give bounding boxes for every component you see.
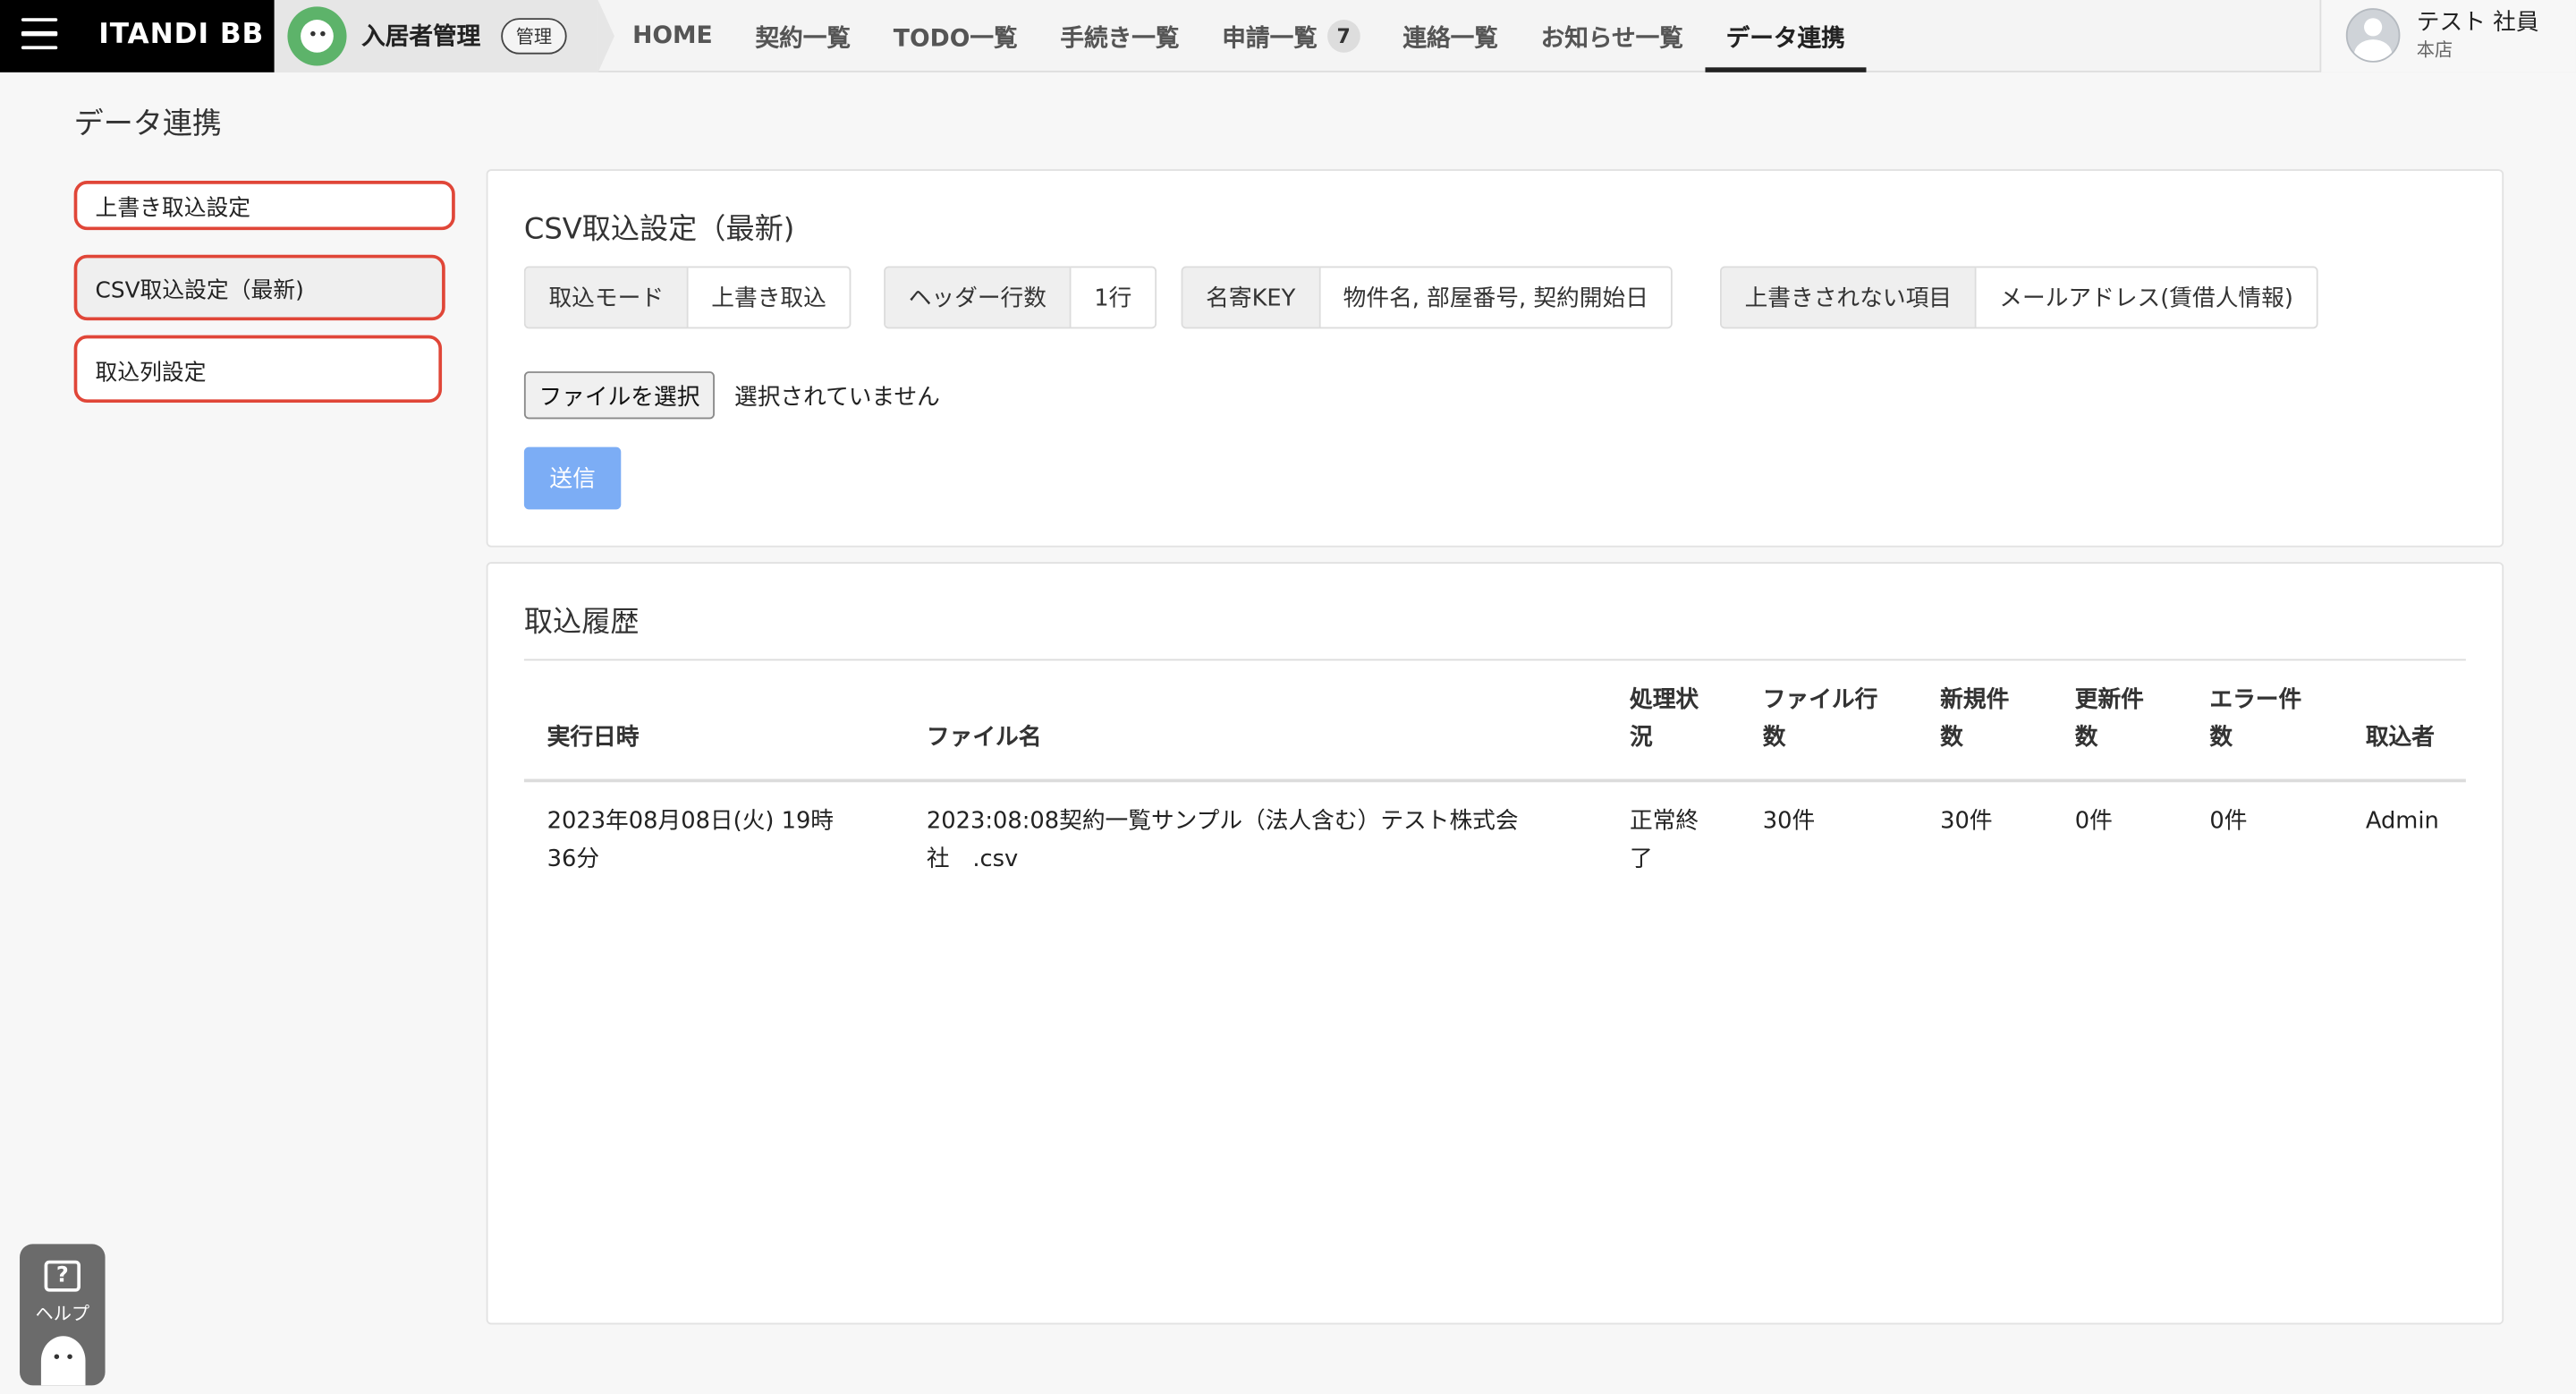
- side-menu-csv-import-latest[interactable]: CSV取込設定（最新): [73, 254, 445, 321]
- choose-file-button[interactable]: ファイルを選択: [523, 371, 715, 420]
- nav-procedures-label: 手続き一覧: [1060, 25, 1180, 52]
- col-file-rows-line2: 数: [1762, 724, 1786, 752]
- cell-new-count: 30件: [1940, 808, 1993, 836]
- brand-area: ITANDI BB: [0, 0, 275, 72]
- nav-messages[interactable]: 連絡一覧: [1381, 0, 1519, 72]
- setting-value: 上書き取込: [688, 268, 850, 327]
- cell-filename: 2023:08:08契約一覧サンプル（法人含む）テスト株式会: [926, 808, 1519, 836]
- cell-filename-line2: 社 .csv: [926, 846, 1019, 873]
- setting-label: 取込モード: [525, 268, 689, 327]
- setting-protected-fields: 上書きされない項目 メールアドレス(賃借人情報): [1720, 266, 2318, 329]
- user-menu[interactable]: テスト 社員 本店: [2319, 0, 2576, 72]
- col-filename: ファイル名: [926, 724, 1042, 752]
- col-file-rows: ファイル行: [1762, 686, 1878, 714]
- product-switcher[interactable]: 入居者管理 管理: [274, 0, 614, 72]
- nav-todo-label: TODO一覧: [893, 25, 1018, 52]
- nav-contracts[interactable]: 契約一覧: [734, 0, 872, 72]
- nav-notices-label: お知らせ一覧: [1540, 25, 1683, 52]
- top-navigation-bar: ITANDI BB 入居者管理 管理 HOME 契約一覧 TODO一覧 手続き一…: [0, 0, 2576, 72]
- setting-label: ヘッダー行数: [885, 268, 1072, 327]
- mascot-icon: [287, 6, 347, 66]
- cell-error-count: 0件: [2209, 808, 2248, 836]
- setting-value: 1行: [1071, 268, 1156, 327]
- file-status-text: 選択されていません: [734, 384, 940, 412]
- page-title: データ連携: [73, 106, 222, 141]
- cell-datetime: 2023年08月08日(火) 19時: [547, 808, 835, 836]
- nav-todo[interactable]: TODO一覧: [872, 0, 1039, 72]
- nav-contracts-label: 契約一覧: [755, 25, 852, 52]
- import-history-card: 取込履歴 実行日時 ファイル名 処理状 況 ファイル行 数 新規件 数 更新件 …: [486, 562, 2504, 1325]
- submit-button[interactable]: 送信: [523, 446, 622, 510]
- avatar-icon: [2345, 8, 2401, 63]
- applications-count-badge: 7: [1326, 20, 1360, 53]
- cell-file-rows: 30件: [1762, 808, 1816, 836]
- product-badge: 管理: [501, 18, 567, 55]
- product-name: 入居者管理: [361, 24, 481, 51]
- nav-notices[interactable]: お知らせ一覧: [1520, 0, 1705, 72]
- help-button[interactable]: ? ヘルプ: [20, 1244, 106, 1386]
- col-status: 処理状: [1630, 686, 1699, 714]
- hamburger-menu-icon[interactable]: [21, 18, 58, 51]
- help-question-icon: ?: [44, 1260, 80, 1292]
- header-divider: [523, 778, 2466, 783]
- main-nav: HOME 契約一覧 TODO一覧 手続き一覧 申請一覧 7 連絡一覧 お知らせ一覧…: [611, 0, 1866, 72]
- cell-status-line2: 了: [1630, 846, 1653, 873]
- setting-value: メールアドレス(賃借人情報): [1976, 268, 2317, 327]
- setting-header-rows: ヘッダー行数 1行: [884, 266, 1157, 329]
- setting-value: 物件名, 部屋番号, 契約開始日: [1319, 268, 1672, 327]
- csv-settings-title: CSV取込設定（最新): [523, 213, 795, 247]
- user-store: 本店: [2416, 39, 2453, 61]
- csv-settings-card: CSV取込設定（最新) 取込モード 上書き取込 ヘッダー行数 1行 名寄KEY …: [486, 169, 2504, 548]
- nav-messages-label: 連絡一覧: [1402, 25, 1498, 52]
- col-status-line2: 況: [1630, 724, 1653, 752]
- side-menu-label: 上書き取込設定: [95, 195, 251, 222]
- user-name: テスト 社員: [2416, 10, 2539, 37]
- help-label: ヘルプ: [35, 1303, 90, 1325]
- mascot-icon: [40, 1336, 86, 1386]
- col-updated-count: 更新件: [2074, 686, 2144, 714]
- col-error-count: エラー件: [2209, 686, 2302, 714]
- nav-applications-label: 申請一覧: [1222, 25, 1318, 52]
- nav-applications[interactable]: 申請一覧 7: [1200, 0, 1381, 72]
- side-menu-label: 取込列設定: [95, 359, 207, 386]
- nav-data-integration-label: データ連携: [1725, 25, 1845, 52]
- setting-import-mode: 取込モード 上書き取込: [523, 266, 852, 329]
- cell-importer: Admin: [2365, 808, 2439, 836]
- title-divider: [523, 659, 2466, 661]
- side-menu-overwrite-import[interactable]: 上書き取込設定: [73, 181, 455, 231]
- col-new-count: 新規件: [1940, 686, 2010, 714]
- setting-label: 上書きされない項目: [1721, 268, 1977, 327]
- col-updated-count-line2: 数: [2074, 724, 2098, 752]
- setting-match-key: 名寄KEY 物件名, 部屋番号, 契約開始日: [1181, 266, 1674, 329]
- col-datetime: 実行日時: [547, 724, 640, 752]
- col-importer: 取込者: [2365, 724, 2435, 752]
- setting-label: 名寄KEY: [1182, 268, 1320, 327]
- import-history-title: 取込履歴: [523, 606, 640, 640]
- col-error-count-line2: 数: [2209, 724, 2233, 752]
- nav-procedures[interactable]: 手続き一覧: [1039, 0, 1201, 72]
- side-menu-column-settings[interactable]: 取込列設定: [73, 335, 443, 403]
- nav-home-label: HOME: [632, 22, 713, 50]
- nav-data-integration[interactable]: データ連携: [1704, 0, 1867, 72]
- nav-home[interactable]: HOME: [611, 0, 733, 72]
- col-new-count-line2: 数: [1940, 724, 1963, 752]
- cell-updated-count: 0件: [2074, 808, 2113, 836]
- cell-datetime-line2: 36分: [547, 846, 600, 873]
- cell-status: 正常終: [1630, 808, 1699, 836]
- brand-logo[interactable]: ITANDI BB: [98, 18, 264, 51]
- side-menu-label: CSV取込設定（最新): [95, 277, 304, 304]
